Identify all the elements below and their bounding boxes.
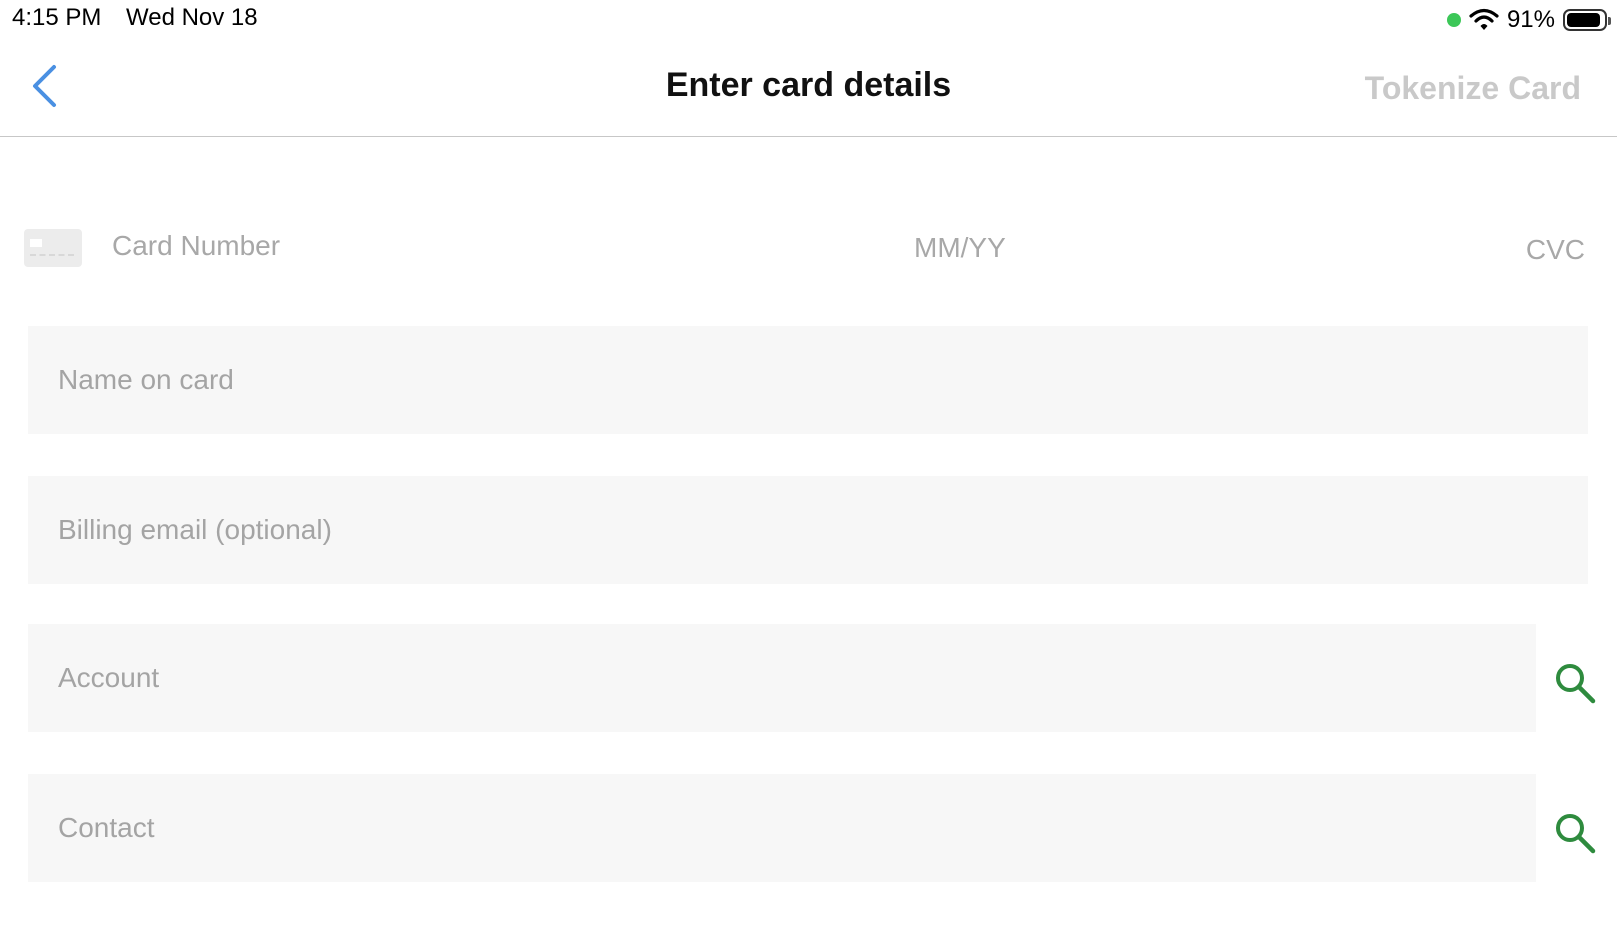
billing-email-placeholder: Billing email (optional): [58, 514, 332, 545]
wifi-icon: [1469, 8, 1499, 30]
account-field[interactable]: Account: [28, 624, 1536, 732]
card-number-mark: [30, 254, 74, 258]
navigation-bar: Enter card details Tokenize Card: [0, 40, 1617, 137]
contact-search-button[interactable]: [1550, 808, 1600, 858]
battery-percent: 91%: [1506, 6, 1555, 33]
status-time: 4:15 PM: [12, 4, 102, 31]
account-search-button[interactable]: [1550, 658, 1600, 708]
contact-placeholder: Contact: [58, 812, 155, 843]
status-indicators: 91%: [1446, 6, 1611, 34]
card-number-input[interactable]: Card Number: [112, 230, 280, 262]
name-on-card-field[interactable]: Name on card: [28, 326, 1588, 434]
battery-icon: [1563, 9, 1611, 31]
card-chip-mark: [30, 239, 42, 247]
card-details-screen: 4:15 PM Wed Nov 18 91% Enter card detail…: [0, 0, 1617, 926]
tokenize-card-button[interactable]: Tokenize Card: [1365, 70, 1581, 107]
battery-level: [1567, 13, 1600, 27]
search-icon: [1556, 664, 1596, 704]
account-placeholder: Account: [58, 662, 160, 693]
status-date: Wed Nov 18: [126, 4, 258, 31]
card-cvc-input[interactable]: CVC: [1526, 234, 1585, 266]
contact-field[interactable]: Contact: [28, 774, 1536, 882]
name-on-card-placeholder: Name on card: [58, 364, 234, 395]
card-expiry-input[interactable]: MM/YY: [914, 232, 1006, 264]
credit-card-icon: [24, 229, 82, 267]
status-bar: 4:15 PM Wed Nov 18 91%: [0, 0, 1617, 36]
green-dot-indicator-icon: [1446, 13, 1461, 27]
billing-email-field[interactable]: Billing email (optional): [28, 476, 1588, 584]
card-input-row: Card Number MM/YY CVC: [24, 216, 1585, 274]
search-icon: [1556, 814, 1596, 854]
